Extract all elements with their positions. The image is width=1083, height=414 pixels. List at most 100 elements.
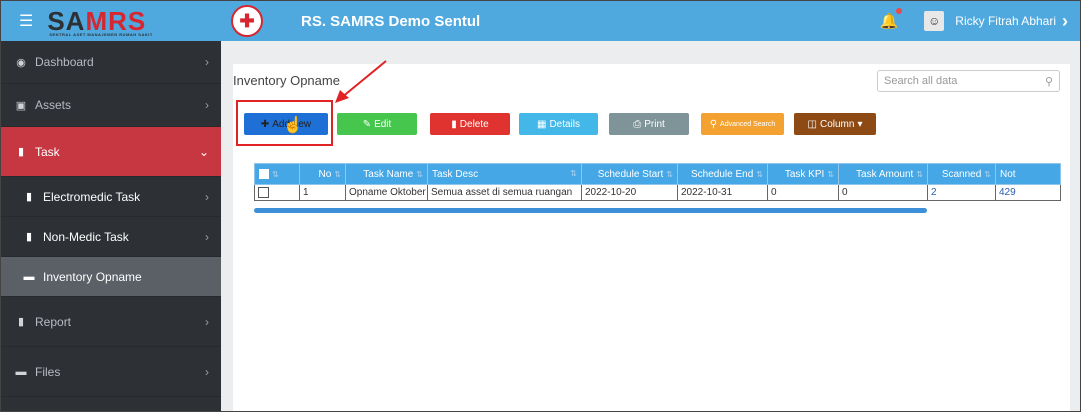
advanced-search-label: Advanced Search <box>720 120 776 128</box>
hand-cursor-icon: ☝ <box>283 117 303 134</box>
list-icon: ▦ <box>536 118 547 130</box>
sort-icon: ⇅ <box>984 169 991 179</box>
sidebar-item-label: Electromedic Task <box>43 189 141 204</box>
notification-dot <box>896 8 903 14</box>
edit-label: Edit <box>374 118 392 130</box>
column-header[interactable]: Not <box>995 163 1061 185</box>
table-cell: 2022-10-31 <box>677 184 768 201</box>
sort-icon: ⇅ <box>416 169 423 179</box>
sidebar-item-label: Report <box>35 314 72 329</box>
toolbar: ✚ Add new ✎ Edit ▮ Delete ▦ Details ⎙ Print ⚲… <box>1 113 1080 135</box>
clipboard-icon: ▮ <box>25 231 33 243</box>
column-header-label: Not <box>1000 168 1016 180</box>
bell-icon[interactable]: 🔔 <box>880 8 903 30</box>
sort-icon: ⇅ <box>756 169 763 179</box>
edit-button[interactable]: ✎ Edit <box>337 113 417 135</box>
sidebar-item-dashboard[interactable]: ◉ Dashboard › <box>1 41 221 84</box>
column-header-label: No <box>318 168 332 180</box>
chevron-right-icon[interactable]: › <box>1062 11 1068 32</box>
sort-icon: ⇅ <box>827 169 834 179</box>
column-header[interactable]: Schedule Start ⇅ <box>581 163 678 185</box>
search-icon: ⚲ <box>1044 75 1053 88</box>
edit-icon: ✎ <box>362 118 372 130</box>
chevron-right-icon: › <box>205 314 209 329</box>
sort-icon: ⇅ <box>334 169 341 179</box>
details-button[interactable]: ▦ Details <box>519 113 598 135</box>
brand-bar: ☰ SAMRS SENTRAL ASET MANAJEMEN RUMAH SAKI… <box>1 1 221 41</box>
column-header[interactable]: Task Name ⇅ <box>345 163 428 185</box>
topbar: ✚ RS. SAMRS Demo Sentul 🔔 ☺ Ricky Fitrah… <box>221 1 1080 41</box>
delete-button[interactable]: ▮ Delete <box>430 113 510 135</box>
table-cell-link[interactable]: 429 <box>995 184 1061 201</box>
user-name[interactable]: Ricky Fitrah Abhari <box>955 14 1056 28</box>
column-header-label: Task Desc <box>432 168 479 180</box>
sort-icon: ⇅ <box>272 169 279 179</box>
chevron-down-icon: ⌄ <box>198 144 209 159</box>
sort-icon: ⇅ <box>666 169 673 179</box>
column-header-label: Schedule Start <box>597 168 664 180</box>
sort-icon: ⇅ <box>916 169 923 179</box>
hospital-name: RS. SAMRS Demo Sentul <box>301 12 481 30</box>
caret-down-icon: ▾ <box>857 118 863 130</box>
sidebar-item-label: Dashboard <box>35 55 94 69</box>
table-cell-link[interactable]: 2 <box>927 184 996 201</box>
delete-label: Delete <box>459 118 489 130</box>
details-label: Details <box>549 118 581 130</box>
checkbox[interactable] <box>259 168 269 179</box>
avatar[interactable]: ☺ <box>924 11 945 31</box>
file-icon: ▮ <box>25 191 33 203</box>
table-cell: 2022-10-20 <box>581 184 678 201</box>
app-frame: ☰ SAMRS SENTRAL ASET MANAJEMEN RUMAH SAKI… <box>0 0 1081 412</box>
sidebar-item-label: Assets <box>35 98 72 112</box>
search-icon: ⚲ <box>709 118 718 130</box>
chevron-right-icon: › <box>205 364 209 379</box>
table-cell: Semua asset di semua ruangan <box>427 184 582 201</box>
sort-icon: ⇅ <box>570 168 577 178</box>
page-title: Inventory Opname <box>233 73 340 88</box>
table-row[interactable]: 1 Opname Oktober Semua asset di semua ru… <box>254 184 1061 201</box>
column-header[interactable]: Task Desc ⇅ <box>427 163 582 185</box>
column-header[interactable]: No ⇅ <box>299 163 346 185</box>
horizontal-scrollbar[interactable] <box>254 208 927 213</box>
trash-icon: ▮ <box>451 118 457 130</box>
samrs-logo: SAMRS SENTRAL ASET MANAJEMEN RUMAH SAKIT <box>47 6 153 37</box>
chevron-right-icon: › <box>205 98 209 112</box>
column-header[interactable]: Task Amount ⇅ <box>838 163 928 185</box>
column-header-label: Task KPI <box>784 168 825 180</box>
sidebar-item-label: Non-Medic Task <box>43 229 129 244</box>
checkbox[interactable] <box>258 186 269 198</box>
column-header[interactable]: Scanned ⇅ <box>927 163 996 185</box>
table-cell: 0 <box>838 184 928 201</box>
print-icon: ⎙ <box>633 118 642 130</box>
clipboard-icon: ▮ <box>17 146 25 158</box>
sidebar-menu: ◉ Dashboard › ▣ Assets › ▮ Task ⌄ ▮ Elec… <box>1 41 221 397</box>
annotation-arrow-icon <box>335 60 387 103</box>
sidebar-item-files[interactable]: ▬ Files › <box>1 347 221 397</box>
column-header-label: Task Amount <box>856 168 914 180</box>
advanced-search-button[interactable]: ⚲ Advanced Search <box>701 113 784 135</box>
print-button[interactable]: ⎙ Print <box>609 113 689 135</box>
column-header-label: Schedule End <box>691 168 754 180</box>
table-cell: Opname Oktober <box>345 184 428 201</box>
palette-icon: ◉ <box>16 56 26 69</box>
hamburger-menu-icon[interactable]: ☰ <box>19 11 33 31</box>
table-header-row: ⇅ No ⇅ Task Name ⇅ Task Desc ⇅ Schedule Sta… <box>254 163 1061 185</box>
column-header[interactable]: Task KPI ⇅ <box>767 163 839 185</box>
search-input[interactable]: Search all data ⚲ <box>877 70 1060 92</box>
cubes-icon: ▣ <box>15 99 27 112</box>
select-all-checkbox[interactable]: ⇅ <box>254 163 300 185</box>
column-button[interactable]: ◫ Column ▾ <box>794 113 876 135</box>
column-header[interactable]: Schedule End ⇅ <box>677 163 768 185</box>
sidebar-item-non-medic-task[interactable]: ▮ Non-Medic Task › <box>1 217 221 257</box>
clipboard-icon: ▮ <box>17 316 25 328</box>
chevron-right-icon: › <box>205 55 209 69</box>
column-header-label: Task Name <box>363 168 414 180</box>
row-checkbox-cell[interactable] <box>254 184 300 201</box>
column-header-label: Scanned <box>941 168 982 180</box>
archive-icon: ▬ <box>23 270 35 283</box>
sidebar-item-electromedic-task[interactable]: ▮ Electromedic Task › <box>1 177 221 217</box>
sidebar-item-inventory-opname[interactable]: ▬ Inventory Opname <box>1 257 221 297</box>
columns-icon: ◫ <box>807 118 817 130</box>
table-cell: 0 <box>767 184 839 201</box>
sidebar-item-report[interactable]: ▮ Report › <box>1 297 221 347</box>
